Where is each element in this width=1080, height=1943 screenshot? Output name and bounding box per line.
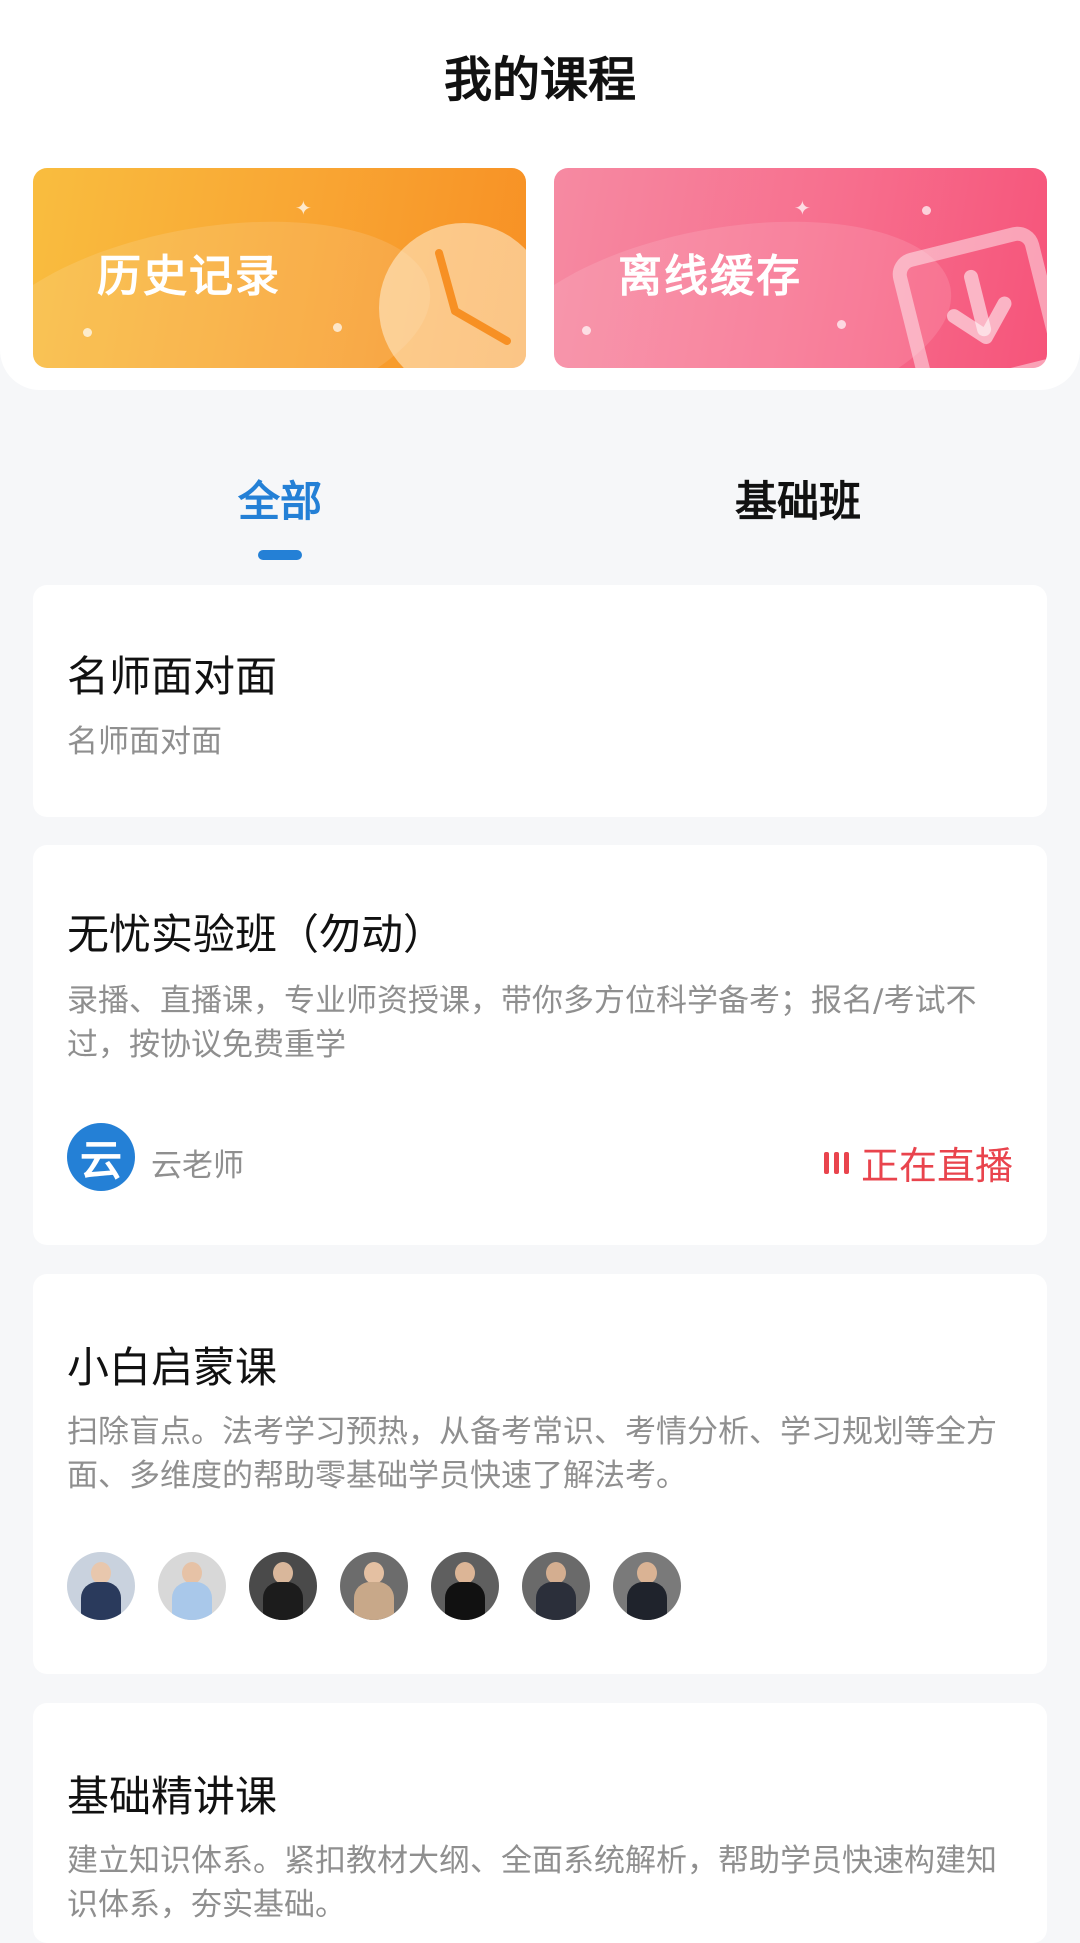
course-desc: 建立知识体系。紧扣教材大纲、全面系统解析，帮助学员快速构建知识体系，夯实基础。 <box>67 1843 997 1923</box>
live-status-label: 正在直播 <box>860 1144 1013 1188</box>
offline-cache-card[interactable]: ✦ 离线缓存 <box>554 168 1047 368</box>
page-title: 我的课程 <box>443 52 636 108</box>
dot-decoration <box>582 326 591 335</box>
live-signal-icon <box>823 1151 849 1174</box>
course-title: 小白启蒙课 <box>67 1343 278 1392</box>
teacher-avatar[interactable] <box>522 1552 590 1620</box>
course-card-mingshi[interactable]: 名师面对面 名师面对面 <box>33 585 1047 817</box>
sparkle-icon: ✦ <box>295 196 312 220</box>
header-panel: 我的课程 ✦ 历史记录 ✦ 离线缓存 <box>0 0 1080 390</box>
tab-basic-class[interactable]: 基础班 <box>735 468 861 529</box>
course-desc: 录播、直播课，专业师资授课，带你多方位科学备考；报名/考试不过，按协议免费重学 <box>67 983 977 1063</box>
dot-decoration <box>333 323 342 332</box>
dot-decoration <box>837 320 846 329</box>
history-card[interactable]: ✦ 历史记录 <box>33 168 526 368</box>
history-label: 历史记录 <box>97 251 281 302</box>
offline-cache-label: 离线缓存 <box>618 251 802 302</box>
course-card-jichu[interactable]: 基础精讲课 建立知识体系。紧扣教材大纲、全面系统解析，帮助学员快速构建知识体系，… <box>33 1703 1047 1943</box>
teacher-avatar[interactable] <box>249 1552 317 1620</box>
course-desc: 扫除盲点。法考学习预热，从备考常识、考情分析、学习规划等全方面、多维度的帮助零基… <box>67 1414 997 1494</box>
course-title: 基础精讲课 <box>67 1772 278 1821</box>
live-status-badge: 正在直播 <box>823 1135 1013 1190</box>
dot-decoration <box>83 328 92 337</box>
teacher-avatar[interactable] <box>67 1552 135 1620</box>
course-title: 无忧实验班（勿动） <box>67 910 446 959</box>
clock-icon <box>379 223 526 368</box>
course-title: 名师面对面 <box>67 652 278 701</box>
dot-decoration <box>922 206 931 215</box>
course-card-xiaobai[interactable]: 小白启蒙课 扫除盲点。法考学习预热，从备考常识、考情分析、学习规划等全方面、多维… <box>33 1274 1047 1674</box>
teacher-avatar[interactable] <box>431 1552 499 1620</box>
teacher-avatar: 云 <box>67 1123 135 1191</box>
course-desc: 名师面对面 <box>67 724 222 760</box>
teacher-avatar[interactable] <box>158 1552 226 1620</box>
course-card-wuyou[interactable]: 无忧实验班（勿动） 录播、直播课，专业师资授课，带你多方位科学备考；报名/考试不… <box>33 845 1047 1245</box>
tab-all[interactable]: 全部 <box>238 468 322 529</box>
course-tabs: 全部 基础班 <box>0 468 1080 568</box>
sparkle-icon: ✦ <box>794 196 811 220</box>
tab-active-indicator <box>258 550 302 560</box>
teacher-name: 云老师 <box>151 1148 244 1184</box>
teacher-avatar[interactable] <box>340 1552 408 1620</box>
teacher-avatar[interactable] <box>613 1552 681 1620</box>
